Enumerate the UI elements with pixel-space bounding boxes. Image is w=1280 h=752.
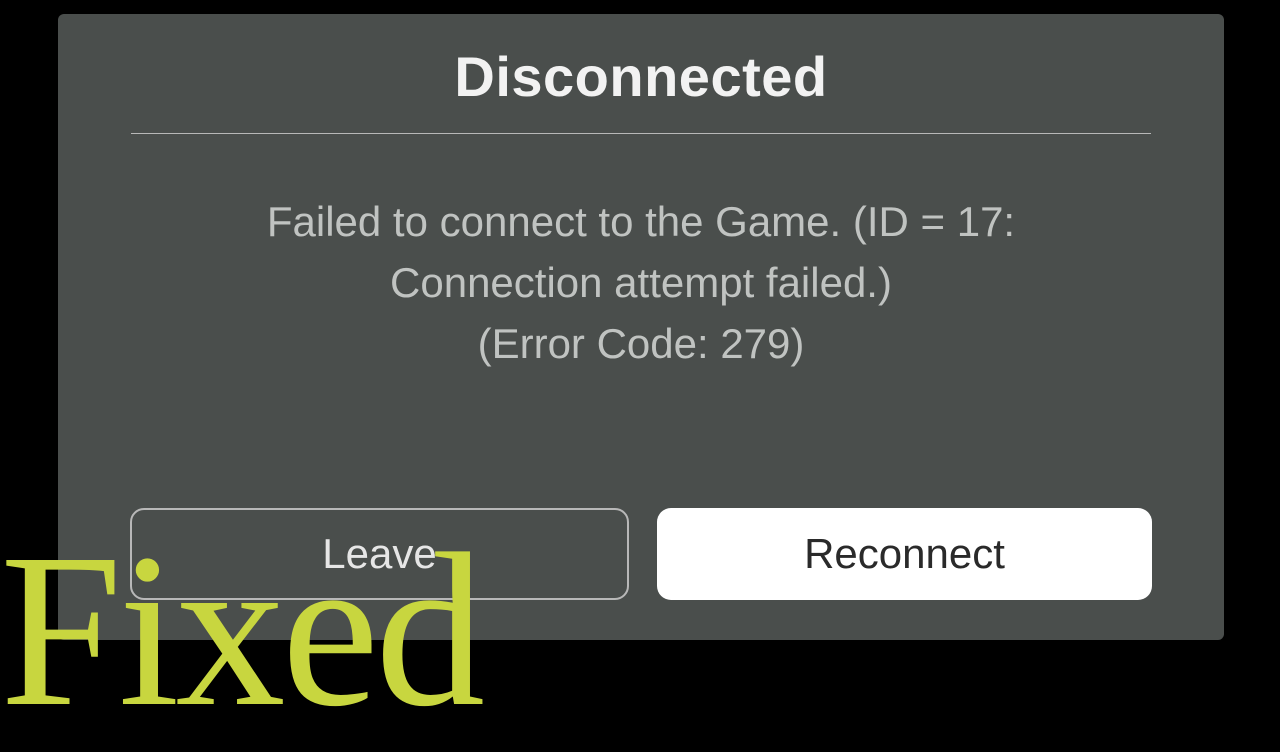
fixed-overlay-text: Fixed	[0, 520, 481, 740]
reconnect-button[interactable]: Reconnect	[657, 508, 1152, 600]
error-message: Failed to connect to the Game. (ID = 17:…	[267, 192, 1015, 375]
divider	[131, 133, 1152, 134]
dialog-title: Disconnected	[454, 44, 827, 109]
